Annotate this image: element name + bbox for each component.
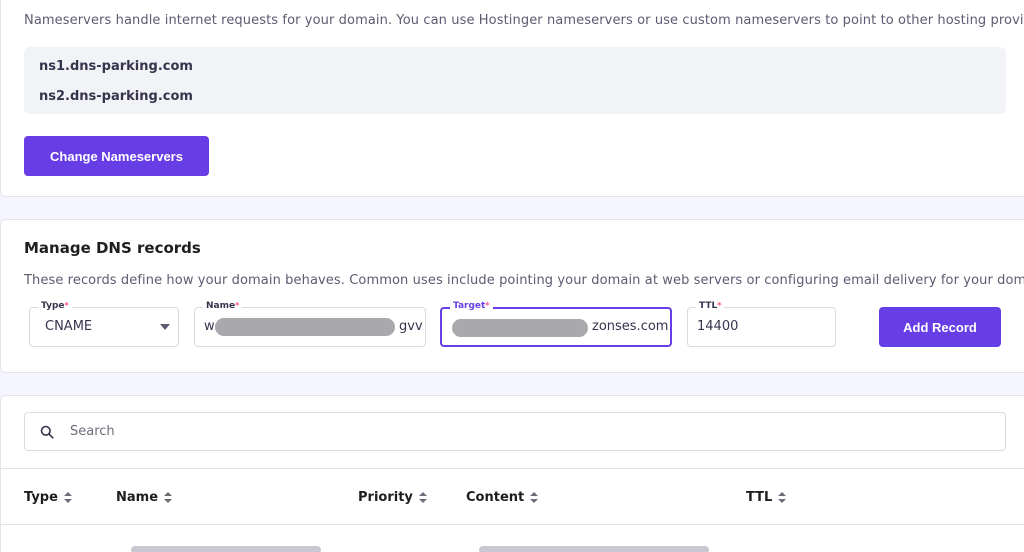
sort-icon[interactable] xyxy=(63,492,72,503)
dns-section-title: Manage DNS records xyxy=(24,239,201,257)
redacted-blur xyxy=(215,318,395,336)
type-label: Type* xyxy=(38,301,72,311)
ttl-input[interactable]: TTL* 14400 xyxy=(687,301,836,347)
table-row[interactable] xyxy=(479,546,709,552)
column-header-ttl[interactable]: TTL xyxy=(746,490,787,505)
type-value: CNAME xyxy=(45,319,93,334)
ttl-label: TTL* xyxy=(696,301,725,311)
name-value-end: gvv xyxy=(399,319,423,334)
type-select[interactable]: Type* CNAME xyxy=(29,301,179,347)
sort-icon[interactable] xyxy=(778,492,787,503)
column-header-content[interactable]: Content xyxy=(466,490,539,505)
search-input[interactable]: Search xyxy=(24,412,1006,451)
name-input[interactable]: Name* w gvv xyxy=(194,301,426,347)
chevron-down-icon[interactable] xyxy=(160,324,170,330)
table-row[interactable] xyxy=(131,546,321,552)
target-label: Target* xyxy=(450,301,493,311)
column-header-type[interactable]: Type xyxy=(24,490,72,505)
name-label: Name* xyxy=(203,301,243,311)
name-value-start: w xyxy=(204,319,215,334)
search-icon xyxy=(40,425,54,439)
nameserver-list: ns1.dns-parking.com ns2.dns-parking.com xyxy=(24,47,1006,114)
manage-dns-card: Manage DNS records These records define … xyxy=(0,219,1024,373)
ttl-value: 14400 xyxy=(697,319,739,334)
dns-description: These records define how your domain beh… xyxy=(24,273,1024,288)
add-record-button[interactable]: Add Record xyxy=(879,307,1001,347)
column-header-name[interactable]: Name xyxy=(116,490,173,505)
table-header-divider xyxy=(1,524,1024,525)
sort-icon[interactable] xyxy=(530,492,539,503)
nameservers-card: Nameservers handle internet requests for… xyxy=(0,0,1024,197)
target-value-end: zonses.com xyxy=(592,319,669,334)
redacted-blur xyxy=(452,319,588,337)
nameserver-1: ns1.dns-parking.com xyxy=(39,59,193,74)
nameservers-description: Nameservers handle internet requests for… xyxy=(24,13,1024,28)
sort-icon[interactable] xyxy=(164,492,173,503)
sort-icon[interactable] xyxy=(418,492,427,503)
search-placeholder: Search xyxy=(70,424,115,439)
table-divider xyxy=(1,468,1024,469)
nameserver-2: ns2.dns-parking.com xyxy=(39,89,193,104)
dns-records-table-card: Search Type Name Priority Content TTL xyxy=(0,395,1024,552)
target-input[interactable]: Target* zonses.com xyxy=(440,301,672,347)
column-header-priority[interactable]: Priority xyxy=(358,490,427,505)
change-nameservers-button[interactable]: Change Nameservers xyxy=(24,136,209,176)
